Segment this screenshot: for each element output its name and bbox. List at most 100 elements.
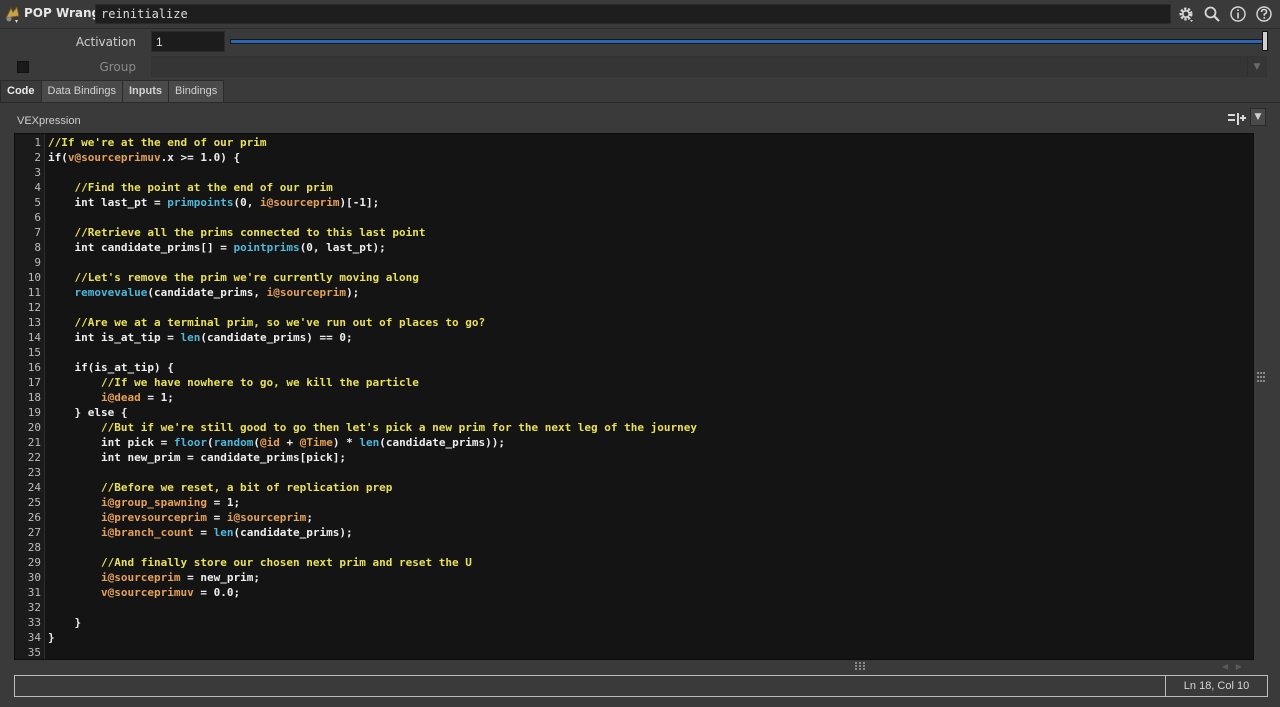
line-number: 31 [27,586,41,599]
code-token: //But if we're still good to go then let… [100,421,698,434]
editor-menu-button[interactable]: ▼ [1250,108,1266,126]
code-line[interactable]: 32 [15,600,1253,615]
code-line[interactable]: 4 //Find the point at the end of our pri… [15,180,1253,195]
status-bar: Ln 18, Col 10 [14,675,1268,697]
code-line[interactable]: 10 //Let's remove the prim we're current… [15,270,1253,285]
line-number: 10 [27,271,41,284]
line-number: 14 [27,331,41,344]
code-token: int [100,436,121,449]
code-token: (candidate_prims, [147,286,267,299]
code-line[interactable]: 29 //And finally store our chosen next p… [15,555,1253,570]
tab-inputs[interactable]: Inputs [122,80,169,102]
line-number: 13 [27,316,41,329]
code-line[interactable]: 31 v@sourceprimuv = 0.0; [15,585,1253,600]
code-line[interactable]: 22 int new_prim = candidate_prims[pick]; [15,450,1253,465]
code-line[interactable]: 17 //If we have nowhere to go, we kill t… [15,375,1253,390]
tab-data-bindings[interactable]: Data Bindings [40,80,123,102]
node-name-field[interactable]: reinitialize [95,4,1171,24]
group-field[interactable]: ▼ [151,56,1267,77]
line-number: 1 [34,136,41,149]
code-line[interactable]: 12 [15,300,1253,315]
code-line[interactable]: 35 [15,645,1253,659]
code-text: int is_at_tip = len(candidate_prims) == … [48,330,353,345]
gear-icon[interactable] [1176,4,1196,24]
code-line[interactable]: 7 //Retrieve all the prims connected to … [15,225,1253,240]
line-number: 19 [27,406,41,419]
code-token: //Before we reset, a bit of replication … [100,481,393,494]
code-line[interactable]: 18 i@dead = 1; [15,390,1253,405]
line-number: 16 [27,361,41,374]
info-icon[interactable] [1228,4,1248,24]
line-number: 32 [27,601,41,614]
activation-slider-handle[interactable] [1262,31,1268,51]
line-number: 11 [27,286,41,299]
editor-vertical-scrollbar[interactable] [1254,133,1268,660]
code-line[interactable]: 30 i@sourceprim = new_prim; [15,570,1253,585]
code-line[interactable]: 3 [15,165,1253,180]
activation-slider[interactable] [230,39,1264,44]
code-line[interactable]: 15 [15,345,1253,360]
code-line[interactable]: 19 } else { [15,405,1253,420]
code-token: = 1; [206,496,241,509]
search-icon[interactable] [1202,4,1222,24]
code-token: floor [173,436,207,449]
help-icon[interactable] [1254,4,1274,24]
code-line[interactable]: 6 [15,210,1253,225]
code-token: int [74,241,95,254]
code-token: i@sourceprim [266,286,347,299]
line-number: 28 [27,541,41,554]
scroll-arrows-icon[interactable]: ◀ ▶ [1222,662,1254,672]
line-number: 26 [27,511,41,524]
code-line[interactable]: 9 [15,255,1253,270]
code-line[interactable]: 11 removevalue(candidate_prims, i@source… [15,285,1253,300]
code-line[interactable]: 2 if(v@sourceprimuv.x >= 1.0) { [15,150,1253,165]
activation-field[interactable]: 1 [151,31,225,52]
code-text: //And finally store our chosen next prim… [48,555,472,570]
code-line[interactable]: 14 int is_at_tip = len(candidate_prims) … [15,330,1253,345]
code-token: @id [259,436,280,449]
code-editor[interactable]: 1//If we're at the end of our prim 2 if(v@… [14,133,1254,660]
tab-code[interactable]: Code [0,80,42,103]
code-text: removevalue(candidate_prims, i@sourcepri… [48,285,360,300]
code-line[interactable]: 33 } [15,615,1253,630]
tab-divider [0,102,1280,103]
code-text: //Let's remove the prim we're currently … [48,270,419,285]
group-dropdown-button[interactable]: ▼ [1247,57,1266,76]
code-token: + [279,436,300,449]
tab-bindings[interactable]: Bindings [168,80,225,102]
code-text: //Before we reset, a bit of replication … [48,480,392,495]
code-token: .x >= 1.0) { [160,151,241,164]
code-token: last_pt = [94,196,168,209]
code-token: //Are we at a terminal prim, so we've ru… [74,316,486,329]
code-line[interactable]: 34} [15,630,1253,645]
code-token: ( [61,151,68,164]
code-line[interactable]: 28 [15,540,1253,555]
line-number: 12 [27,301,41,314]
code-line[interactable]: 27 i@branch_count = len(candidate_prims)… [15,525,1253,540]
code-line[interactable]: 5 int last_pt = primpoints(0, i@sourcepr… [15,195,1253,210]
code-line[interactable]: 1 //If we're at the end of our prim [15,135,1253,150]
line-number: 35 [27,646,41,659]
code-line[interactable]: 8 int candidate_prims[] = pointprims(0, … [15,240,1253,255]
code-token: i@sourceprim [100,571,181,584]
code-token: { [114,406,128,419]
code-line[interactable]: 20 //But if we're still good to go then … [15,420,1253,435]
code-line[interactable]: 23 [15,465,1253,480]
code-text: //But if we're still good to go then let… [48,420,697,435]
code-line[interactable]: 13 //Are we at a terminal prim, so we've… [15,315,1253,330]
editor-resize-grip-icon[interactable] [855,662,865,670]
resize-grip-icon[interactable] [1257,372,1265,382]
code-token: v@sourceprimuv [100,586,194,599]
code-token: = 1; [140,391,174,404]
code-token: int [74,196,95,209]
code-line[interactable]: 26 i@prevsourceprim = i@sourceprim; [15,510,1253,525]
code-line[interactable]: 16 if(is_at_tip) { [15,360,1253,375]
code-token: pick = [120,436,174,449]
add-spare-parms-icon[interactable] [1226,111,1246,127]
code-line[interactable]: 25 i@group_spawning = 1; [15,495,1253,510]
line-number: 7 [34,226,41,239]
code-line[interactable]: 21 int pick = floor(random(@id + @Time) … [15,435,1253,450]
code-line[interactable]: 24 //Before we reset, a bit of replicati… [15,480,1253,495]
